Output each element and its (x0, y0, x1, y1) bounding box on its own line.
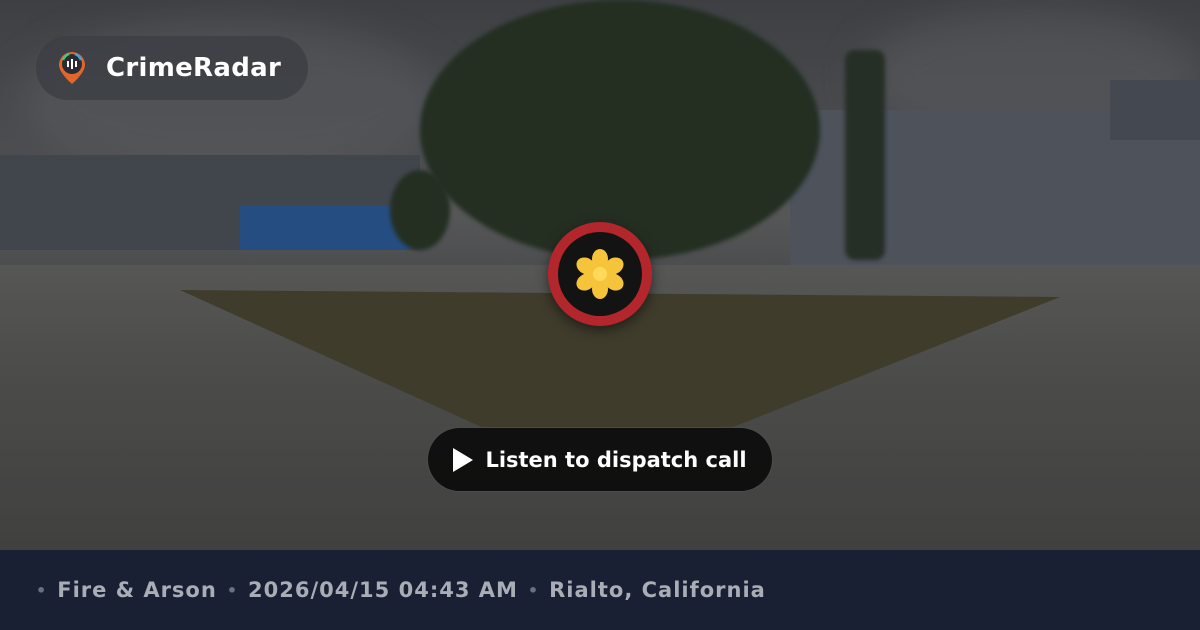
incident-marker[interactable] (548, 222, 652, 326)
incident-info-bar: • Fire & Arson • 2026/04/15 04:43 AM • R… (0, 550, 1200, 630)
fire-asterisk-icon (576, 249, 624, 299)
incident-marker-core (558, 232, 642, 316)
play-icon (453, 447, 474, 472)
radar-pin-icon (59, 52, 85, 84)
brand-pill[interactable]: CrimeRadar (36, 36, 308, 100)
separator-dot: • (527, 580, 540, 600)
separator-dot: • (36, 580, 48, 600)
incident-category: Fire & Arson (57, 578, 217, 602)
incident-datetime: 2026/04/15 04:43 AM (248, 578, 518, 602)
separator-dot: • (226, 580, 239, 600)
brand-name: CrimeRadar (106, 53, 282, 83)
listen-dispatch-button[interactable]: Listen to dispatch call (427, 427, 773, 492)
listen-dispatch-label: Listen to dispatch call (485, 447, 747, 472)
incident-location: Rialto, California (549, 578, 766, 602)
